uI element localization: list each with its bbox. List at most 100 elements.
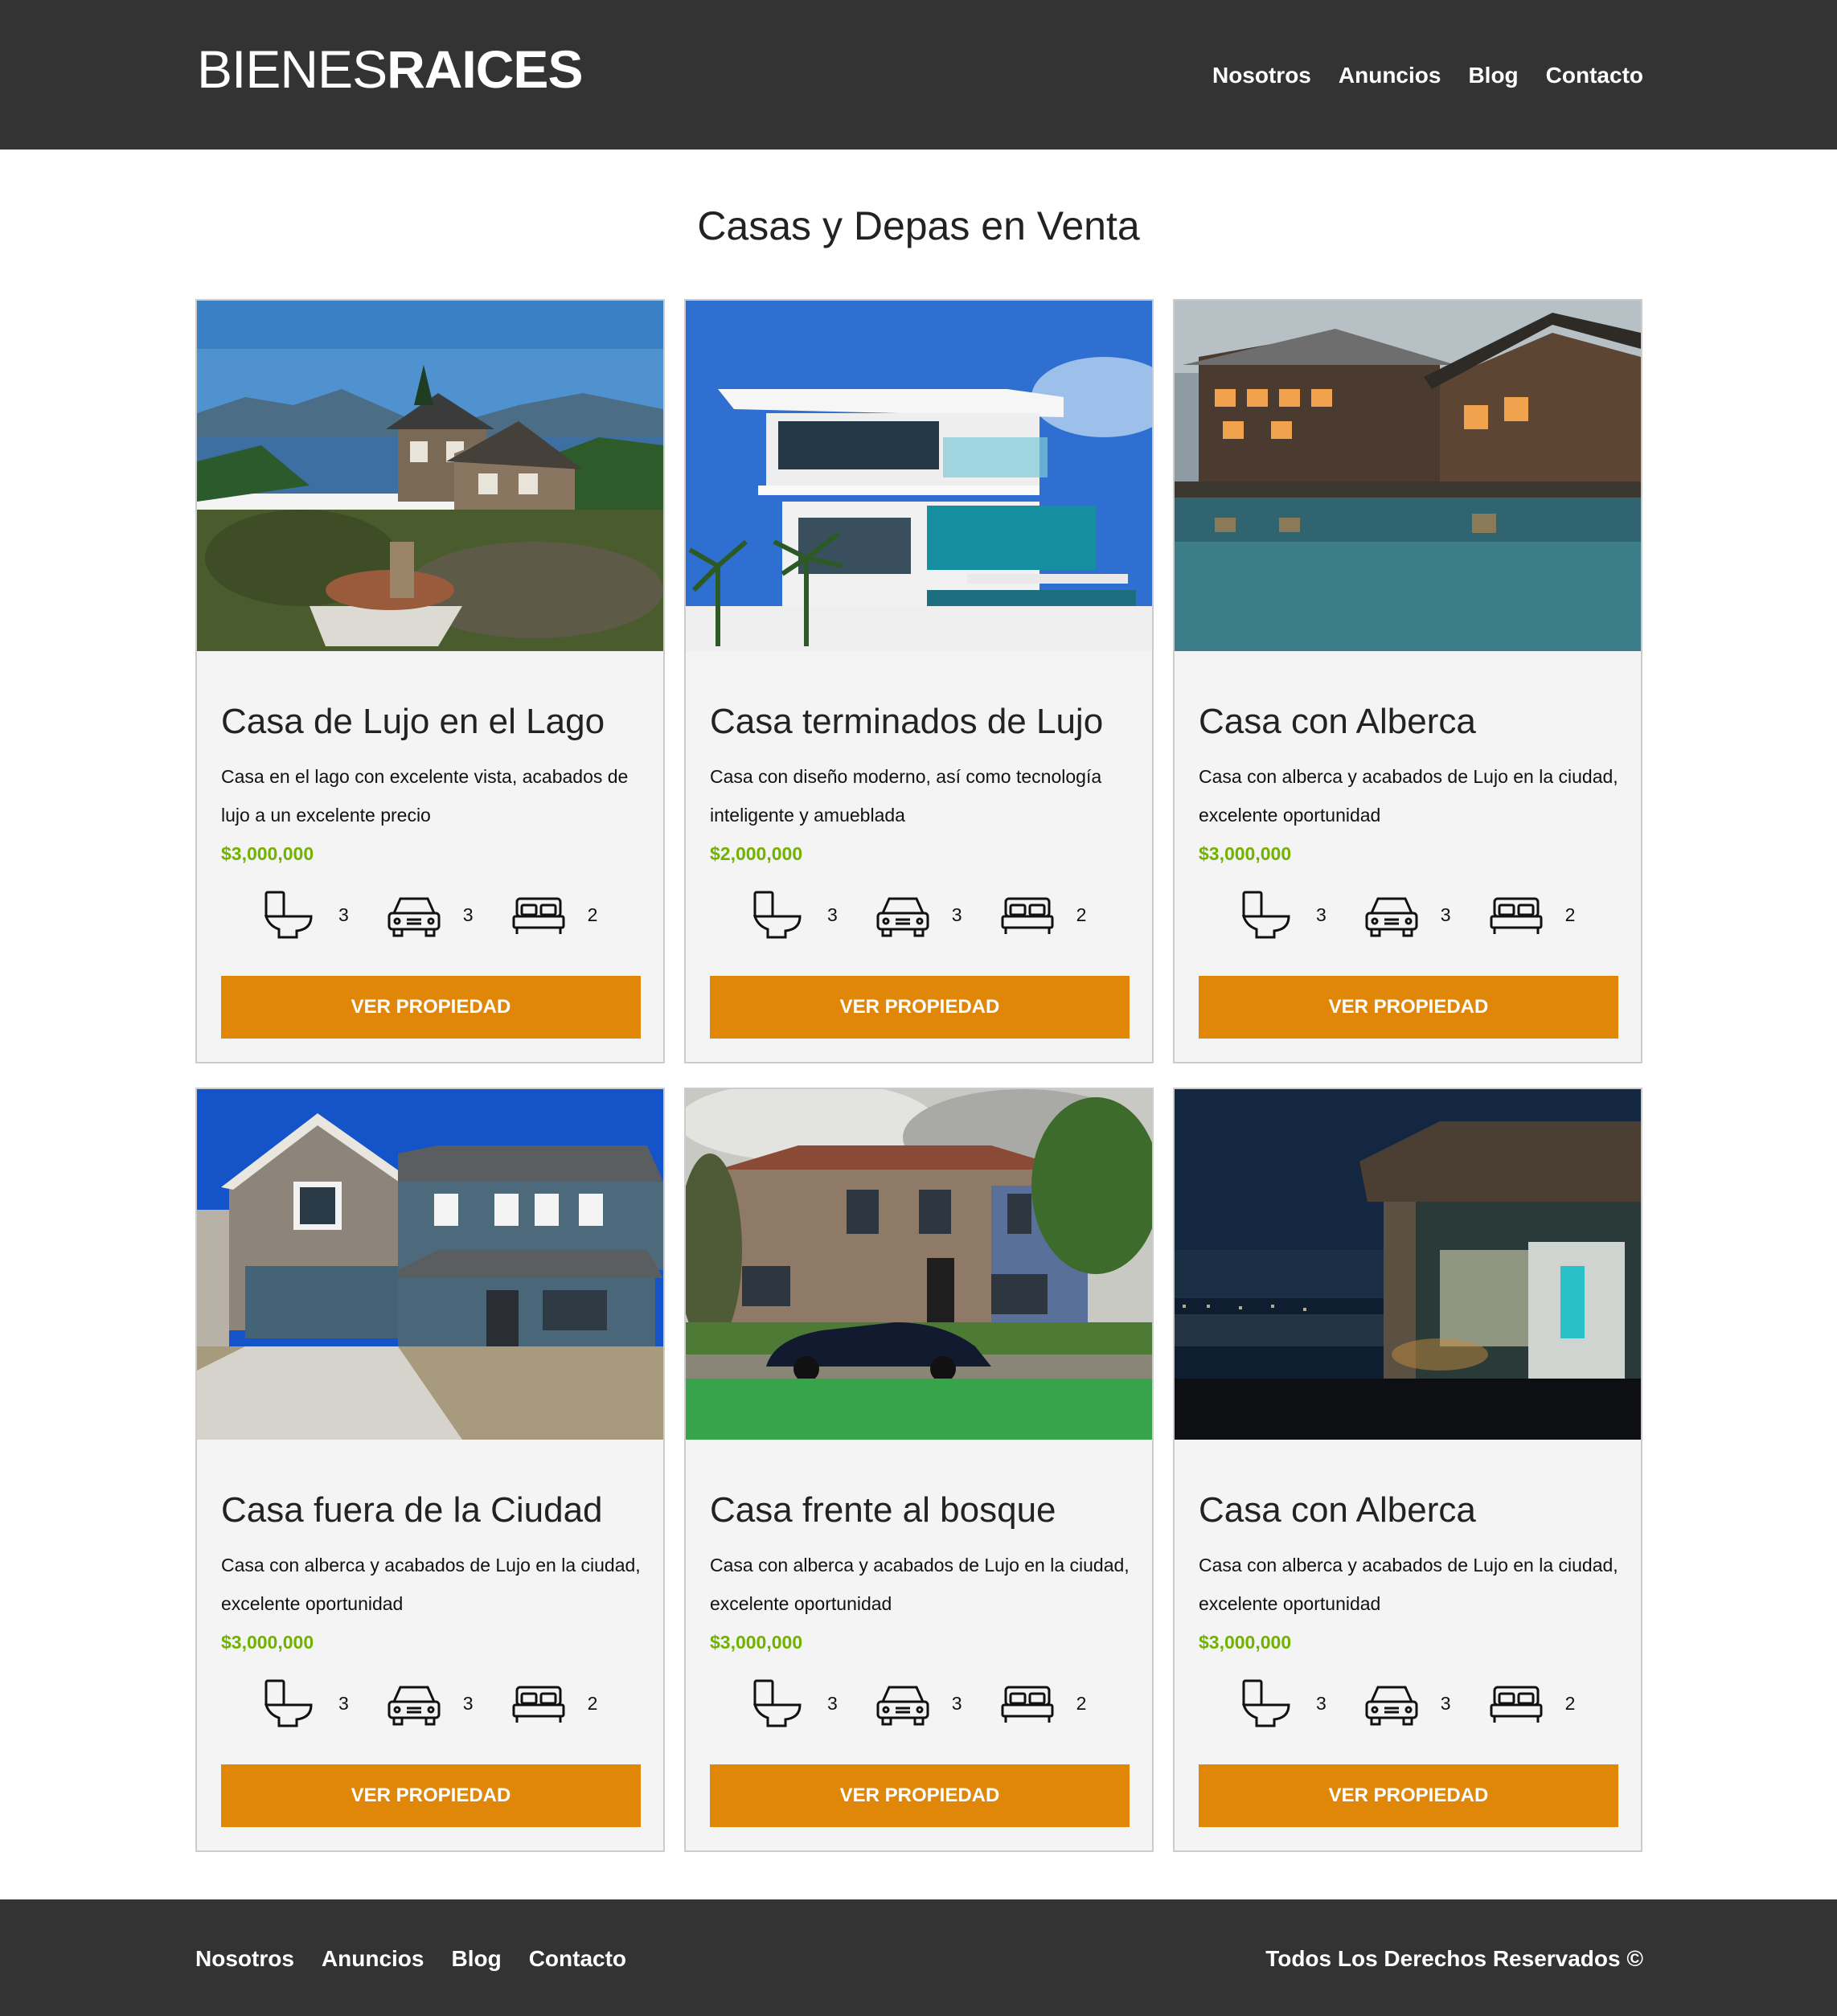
parking-feature: 3 [386, 889, 474, 940]
logo-text-thin: BIENES [197, 39, 387, 99]
listing-title: Casa de Lujo en el Lago [221, 702, 605, 741]
parking-count: 3 [951, 904, 962, 925]
footer-link-nosotros[interactable]: Nosotros [195, 1943, 294, 1975]
nav-link-anuncios[interactable]: Anuncios [1339, 59, 1441, 92]
view-property-button[interactable]: VER PROPIEDAD [221, 1764, 641, 1827]
site-logo[interactable]: BIENESRAICES [197, 37, 583, 101]
parking-count: 3 [951, 1692, 962, 1714]
listing-description: Casa con alberca y acabados de Lujo en l… [1199, 1555, 1618, 1614]
bed-icon [1490, 897, 1543, 934]
listing-photo-lake-house [197, 301, 663, 651]
bathrooms-feature: 3 [261, 1678, 349, 1729]
listing-photo-modern-house [686, 301, 1152, 651]
footer-nav: Nosotros Anuncios Blog Contacto [195, 1943, 626, 1975]
toilet-icon [264, 1679, 313, 1727]
listing-title: Casa terminados de Lujo [710, 702, 1104, 741]
toilet-icon [264, 891, 313, 939]
listing-description: Casa con diseño moderno, así como tecnol… [710, 766, 1102, 826]
bathrooms-feature: 3 [1239, 889, 1326, 940]
nav-link-blog[interactable]: Blog [1468, 59, 1518, 92]
bedrooms-feature: 2 [511, 1678, 598, 1729]
bedrooms-count: 2 [587, 1692, 598, 1714]
listing-features: 3 3 2 [710, 889, 1131, 940]
car-icon [1365, 1686, 1418, 1726]
bed-icon [512, 897, 565, 934]
view-property-button[interactable]: VER PROPIEDAD [710, 1764, 1130, 1827]
listing-photo-night-house [1175, 1089, 1641, 1440]
view-property-button[interactable]: VER PROPIEDAD [710, 976, 1130, 1039]
listing-title: Casa con Alberca [1199, 702, 1476, 741]
view-property-button[interactable]: VER PROPIEDAD [221, 976, 641, 1039]
parking-feature: 3 [1363, 889, 1451, 940]
listings-grid: Casa de Lujo en el Lago Casa en el lago … [195, 299, 1642, 1852]
listing-title: Casa frente al bosque [710, 1490, 1056, 1530]
car-icon [387, 1686, 441, 1726]
nav-link-contacto[interactable]: Contacto [1546, 59, 1643, 92]
listing-price: $3,000,000 [710, 1632, 803, 1653]
listing-card: Casa terminados de Lujo Casa con diseño … [684, 299, 1154, 1063]
bathrooms-feature: 3 [750, 889, 838, 940]
listing-title: Casa fuera de la Ciudad [221, 1490, 603, 1530]
listing-body: Casa de Lujo en el Lago Casa en el lago … [221, 651, 642, 940]
toilet-icon [1241, 891, 1290, 939]
footer-link-anuncios[interactable]: Anuncios [322, 1943, 424, 1975]
car-icon [1365, 897, 1418, 937]
bedrooms-count: 2 [1076, 904, 1087, 925]
listing-card: Casa frente al bosque Casa con alberca y… [684, 1088, 1154, 1852]
listing-price: $3,000,000 [1199, 843, 1292, 864]
listing-description: Casa con alberca y acabados de Lujo en l… [710, 1555, 1130, 1614]
logo-text-bold: RAICES [387, 39, 583, 99]
site-footer: Nosotros Anuncios Blog Contacto Todos Lo… [0, 1899, 1837, 2016]
listing-body: Casa terminados de Lujo Casa con diseño … [710, 651, 1131, 940]
listing-card: Casa de Lujo en el Lago Casa en el lago … [195, 299, 665, 1063]
copyright-text: Todos Los Derechos Reservados © [1265, 1946, 1643, 1971]
listing-price: $3,000,000 [1199, 1632, 1292, 1653]
listing-features: 3 3 2 [1199, 1678, 1620, 1729]
bedrooms-feature: 2 [1488, 1678, 1576, 1729]
car-icon [876, 1686, 929, 1726]
main-nav: Nosotros Anuncios Blog Contacto [1212, 59, 1643, 92]
listing-photo-brick-house [686, 1089, 1152, 1440]
bathrooms-feature: 3 [261, 889, 349, 940]
toilet-icon [752, 891, 802, 939]
listing-photo-pool-lodge [1175, 301, 1641, 651]
listing-description: Casa con alberca y acabados de Lujo en l… [221, 1555, 641, 1614]
parking-count: 3 [1440, 904, 1451, 925]
footer-link-blog[interactable]: Blog [451, 1943, 501, 1975]
parking-feature: 3 [1363, 1678, 1451, 1729]
bathrooms-count: 3 [827, 904, 838, 925]
listing-description: Casa en el lago con excelente vista, aca… [221, 766, 629, 826]
bed-icon [1490, 1686, 1543, 1723]
listing-price: $3,000,000 [221, 843, 314, 864]
listing-description: Casa con alberca y acabados de Lujo en l… [1199, 766, 1618, 826]
page-title: Casas y Depas en Venta [697, 203, 1140, 248]
bathrooms-count: 3 [338, 1692, 349, 1714]
bedrooms-feature: 2 [511, 889, 598, 940]
footer-link-contacto[interactable]: Contacto [529, 1943, 626, 1975]
parking-count: 3 [462, 1692, 474, 1714]
bedrooms-count: 2 [1076, 1692, 1087, 1714]
bathrooms-count: 3 [1316, 904, 1326, 925]
listing-body: Casa con Alberca Casa con alberca y acab… [1199, 651, 1620, 940]
car-icon [387, 897, 441, 937]
bedrooms-count: 2 [1564, 1692, 1576, 1714]
toilet-icon [752, 1679, 802, 1727]
bedrooms-count: 2 [587, 904, 598, 925]
listing-features: 3 3 2 [221, 889, 642, 940]
listing-features: 3 3 2 [221, 1678, 642, 1729]
view-property-button[interactable]: VER PROPIEDAD [1199, 976, 1618, 1039]
listing-price: $2,000,000 [710, 843, 803, 864]
parking-feature: 3 [875, 889, 962, 940]
listing-photo-suburban-house [197, 1089, 663, 1440]
view-property-button[interactable]: VER PROPIEDAD [1199, 1764, 1618, 1827]
listing-body: Casa con Alberca Casa con alberca y acab… [1199, 1440, 1620, 1729]
nav-link-nosotros[interactable]: Nosotros [1212, 59, 1311, 92]
listing-title: Casa con Alberca [1199, 1490, 1476, 1530]
bathrooms-count: 3 [827, 1692, 838, 1714]
listing-body: Casa fuera de la Ciudad Casa con alberca… [221, 1440, 642, 1729]
parking-count: 3 [1440, 1692, 1451, 1714]
bathrooms-count: 3 [338, 904, 349, 925]
bed-icon [512, 1686, 565, 1723]
parking-feature: 3 [875, 1678, 962, 1729]
parking-count: 3 [462, 904, 474, 925]
